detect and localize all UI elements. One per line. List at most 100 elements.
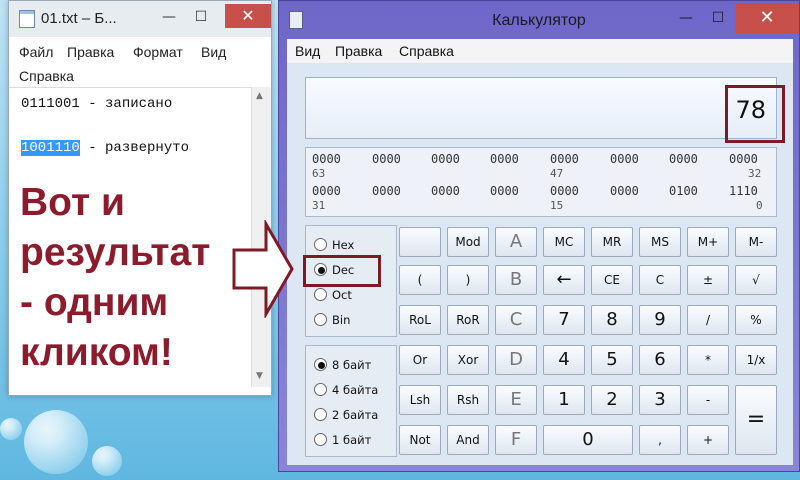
ror-key[interactable]: RoR xyxy=(447,305,489,335)
digit-3-key[interactable]: 3 xyxy=(639,385,681,415)
bit-group[interactable]: 0000 xyxy=(490,184,519,198)
caption-line: кликом! xyxy=(20,331,173,374)
display-panel: 78 xyxy=(305,77,777,139)
bit-group[interactable]: 0000 xyxy=(312,152,341,166)
rsh-key[interactable]: Rsh xyxy=(447,385,489,415)
digit-4-key[interactable]: 4 xyxy=(543,345,585,375)
subtract-key[interactable]: - xyxy=(687,385,729,415)
digit-8-key[interactable]: 8 xyxy=(591,305,633,335)
mod-key[interactable]: Mod xyxy=(447,227,489,257)
bit-group[interactable]: 0000 xyxy=(372,152,401,166)
menu-file[interactable]: Файл xyxy=(19,44,53,60)
backspace-key[interactable]: ← xyxy=(543,265,585,295)
bit-position: 15 xyxy=(550,199,564,212)
hex-d-key[interactable]: D xyxy=(495,345,537,375)
bit-group[interactable]: 0000 xyxy=(669,152,698,166)
text-rest: - развернуто xyxy=(79,140,190,156)
menu-edit[interactable]: Правка xyxy=(67,44,114,60)
decimal-key[interactable]: , xyxy=(639,425,681,455)
scroll-up-icon[interactable]: ▲ xyxy=(256,91,263,101)
rol-key[interactable]: RoL xyxy=(399,305,441,335)
bit-group[interactable]: 0000 xyxy=(550,184,579,198)
hex-f-key[interactable]: F xyxy=(495,425,537,455)
plus-minus-key[interactable]: ± xyxy=(687,265,729,295)
close-button[interactable]: ✕ xyxy=(225,4,271,28)
selected-text: 1001110 xyxy=(21,140,80,156)
digit-2-key[interactable]: 2 xyxy=(591,385,633,415)
multiply-key[interactable]: * xyxy=(687,345,729,375)
close-button[interactable]: ✕ xyxy=(735,3,799,33)
not-key[interactable]: Not xyxy=(399,425,441,455)
radio-4-bytes[interactable]: 4 байта xyxy=(314,383,378,399)
digit-0-key[interactable]: 0 xyxy=(543,425,633,455)
menu-view[interactable]: Вид xyxy=(295,43,320,59)
reciprocal-key[interactable]: 1/x xyxy=(735,345,777,375)
blank-key[interactable] xyxy=(399,227,441,257)
equals-key[interactable]: = xyxy=(735,385,777,455)
minimize-button[interactable]: — xyxy=(671,7,701,29)
clear-key[interactable]: C xyxy=(639,265,681,295)
ms-key[interactable]: MS xyxy=(639,227,681,257)
bit-group[interactable]: 0000 xyxy=(550,152,579,166)
minimize-button[interactable]: — xyxy=(155,7,183,27)
bit-group[interactable]: 0100 xyxy=(669,184,698,198)
radio-oct[interactable]: Oct xyxy=(314,288,352,304)
bit-group[interactable]: 0000 xyxy=(490,152,519,166)
m-minus-key[interactable]: M- xyxy=(735,227,777,257)
hex-b-key[interactable]: B xyxy=(495,265,537,295)
notepad-titlebar[interactable]: 01.txt – Б... — ☐ ✕ xyxy=(9,1,271,37)
notepad-icon xyxy=(19,10,35,28)
menu-help[interactable]: Справка xyxy=(399,43,454,59)
bit-group[interactable]: 0000 xyxy=(610,152,639,166)
right-paren-key[interactable]: ) xyxy=(447,265,489,295)
bit-group[interactable]: 0000 xyxy=(431,184,460,198)
highlight-box xyxy=(725,85,785,143)
bit-group[interactable]: 0000 xyxy=(312,184,341,198)
digit-1-key[interactable]: 1 xyxy=(543,385,585,415)
lsh-key[interactable]: Lsh xyxy=(399,385,441,415)
bit-position: 63 xyxy=(312,167,326,180)
radio-2-bytes[interactable]: 2 байта xyxy=(314,408,378,424)
bit-position: 47 xyxy=(550,167,564,180)
radio-8-bytes[interactable]: 8 байт xyxy=(314,358,371,374)
ce-key[interactable]: CE xyxy=(591,265,633,295)
scroll-down-icon[interactable]: ▼ xyxy=(256,371,263,381)
notepad-menubar: Файл Правка Формат Вид Справка xyxy=(9,41,271,87)
bit-group[interactable]: 0000 xyxy=(372,184,401,198)
maximize-button[interactable]: ☐ xyxy=(703,7,733,29)
digit-5-key[interactable]: 5 xyxy=(591,345,633,375)
bit-group[interactable]: 0000 xyxy=(431,152,460,166)
mc-key[interactable]: MC xyxy=(543,227,585,257)
bit-group[interactable]: 0000 xyxy=(729,152,758,166)
text-line: 1001110 - развернуто xyxy=(21,140,189,156)
add-key[interactable]: + xyxy=(687,425,729,455)
bit-group[interactable]: 0000 xyxy=(610,184,639,198)
xor-key[interactable]: Xor xyxy=(447,345,489,375)
caption-line: результат xyxy=(20,231,211,274)
menu-format[interactable]: Формат xyxy=(133,44,183,60)
and-key[interactable]: And xyxy=(447,425,489,455)
hex-a-key[interactable]: A xyxy=(495,227,537,257)
m-plus-key[interactable]: M+ xyxy=(687,227,729,257)
left-paren-key[interactable]: ( xyxy=(399,265,441,295)
bit-panel: 0000 0000 0000 0000 0000 0000 0000 0000 … xyxy=(305,147,777,217)
hex-c-key[interactable]: C xyxy=(495,305,537,335)
digit-6-key[interactable]: 6 xyxy=(639,345,681,375)
radio-bin[interactable]: Bin xyxy=(314,313,350,329)
calculator-titlebar[interactable]: Калькулятор — ☐ ✕ xyxy=(279,1,799,39)
or-key[interactable]: Or xyxy=(399,345,441,375)
menu-view[interactable]: Вид xyxy=(201,44,226,60)
sqrt-key[interactable]: √ xyxy=(735,265,777,295)
menu-edit[interactable]: Правка xyxy=(335,43,382,59)
percent-key[interactable]: % xyxy=(735,305,777,335)
bit-group[interactable]: 1110 xyxy=(729,184,758,198)
maximize-button[interactable]: ☐ xyxy=(187,7,215,27)
radio-1-byte[interactable]: 1 байт xyxy=(314,433,371,449)
radio-hex[interactable]: Hex xyxy=(314,238,354,254)
digit-7-key[interactable]: 7 xyxy=(543,305,585,335)
digit-9-key[interactable]: 9 xyxy=(639,305,681,335)
mr-key[interactable]: MR xyxy=(591,227,633,257)
hex-e-key[interactable]: E xyxy=(495,385,537,415)
divide-key[interactable]: / xyxy=(687,305,729,335)
menu-help[interactable]: Справка xyxy=(19,68,74,84)
